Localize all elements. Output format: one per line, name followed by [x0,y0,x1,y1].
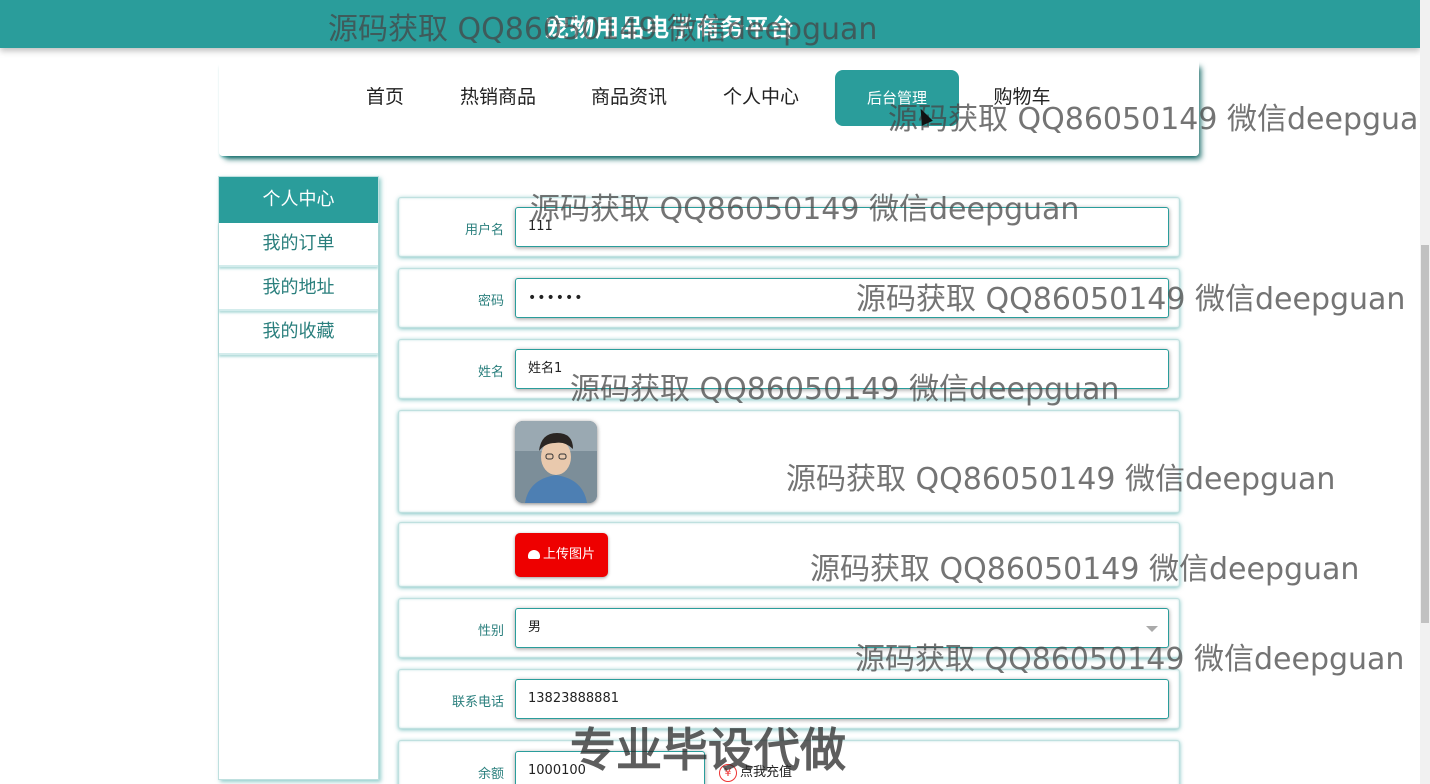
username-label: 用户名 [464,223,504,238]
form-row-password: 密码 •••••• [398,268,1180,328]
sidebar-item-orders[interactable]: 我的订单 [219,223,378,267]
nav-item-admin[interactable]: 后台管理 [835,70,959,126]
upload-image-button[interactable]: 上传图片 [515,533,608,577]
upload-image-label: 上传图片 [542,547,595,562]
avatar [515,421,597,503]
sidebar-title[interactable]: 个人中心 [219,177,378,223]
recharge-label: 点我充值 [740,765,793,780]
recharge-button[interactable]: ¥ 点我充值 [719,761,792,782]
nav-item-personal-center[interactable]: 个人中心 [721,70,801,126]
phone-label: 联系电话 [451,695,504,710]
top-header-bar: 宠物用品电子商务平台 [0,0,1420,48]
nav-item-hot-products[interactable]: 热销商品 [458,70,538,126]
form-row-username: 用户名 111 [398,197,1180,257]
avatar-photo-icon [515,421,597,503]
sidebar-item-addresses[interactable]: 我的地址 [219,267,378,311]
form-row-balance: 余额 1000100 ¥ 点我充值 [398,740,1180,784]
scrollbar-thumb[interactable] [1421,245,1429,623]
sidebar-item-favorites[interactable]: 我的收藏 [219,311,378,355]
gender-selected-value: 男 [528,620,542,635]
form-row-upload: 上传图片 [398,522,1180,587]
page: 宠物用品电子商务平台 首页 热销商品 商品资讯 个人中心 后台管理 购物车 个人… [0,0,1430,784]
nav-item-cart[interactable]: 购物车 [992,70,1052,126]
page-scrollbar[interactable] [1420,0,1430,784]
yen-icon: ¥ [719,764,737,782]
balance-label: 余额 [477,767,504,782]
password-label: 密码 [477,294,504,309]
password-input[interactable]: •••••• [515,278,1169,318]
form-row-gender: 性别 男 [398,598,1180,658]
gender-select[interactable]: 男 [515,608,1169,648]
nav-item-product-news[interactable]: 商品资讯 [589,70,669,126]
form-row-avatar [398,410,1180,513]
form-row-name: 姓名 姓名1 [398,339,1180,399]
form-row-phone: 联系电话 13823888881 [398,669,1180,729]
nav-item-home[interactable]: 首页 [365,70,405,126]
site-title: 宠物用品电子商务平台 [545,14,795,42]
sidebar: 个人中心 我的订单 我的地址 我的收藏 [218,176,379,780]
name-input[interactable]: 姓名1 [515,349,1169,389]
name-label: 姓名 [477,365,504,380]
balance-input[interactable]: 1000100 [515,751,705,784]
cloud-upload-icon [527,550,540,559]
gender-label: 性别 [477,624,504,639]
chevron-down-icon [1146,626,1158,632]
username-input[interactable]: 111 [515,207,1169,247]
phone-input[interactable]: 13823888881 [515,679,1169,719]
